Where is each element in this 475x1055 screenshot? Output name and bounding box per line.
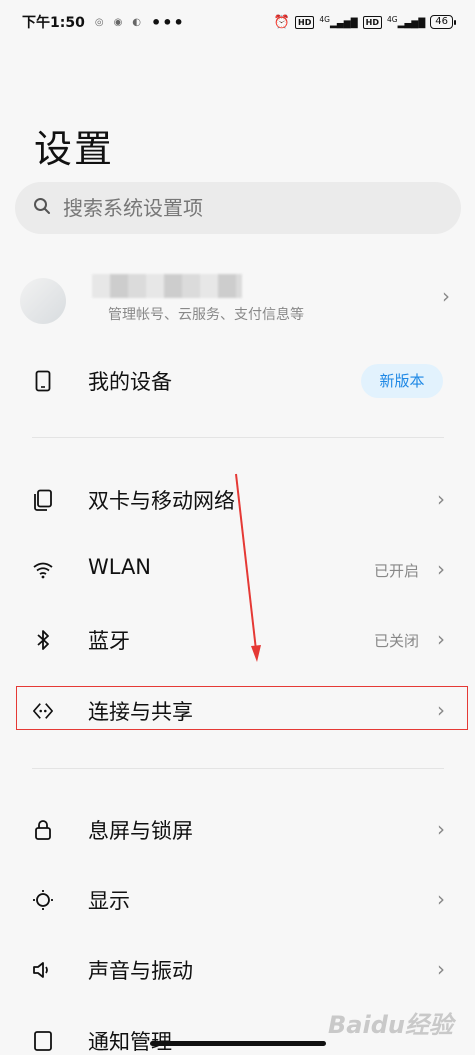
menu-item-my-device[interactable]: 我的设备 新版本 (0, 350, 475, 410)
menu-item-label: 我的设备 (88, 370, 172, 394)
chevron-right-icon: › (437, 557, 445, 581)
menu-item-label: 息屏与锁屏 (88, 819, 193, 843)
account-name-redacted (92, 274, 242, 298)
battery-icon: 46 (430, 15, 456, 29)
menu-item-wlan[interactable]: WLAN 已开启 › (0, 539, 475, 599)
menu-item-display[interactable]: 显示 › (0, 869, 475, 929)
speaker-icon (32, 959, 54, 981)
chevron-right-icon: › (442, 284, 450, 308)
page-title: 设置 (34, 127, 115, 171)
chevron-right-icon: › (437, 487, 445, 511)
notification-app-icon-2: ◉ (113, 16, 123, 28)
status-right: ⏰ HD 4G▂▄▆█ HD 4G▂▄▆█ 46 (273, 14, 456, 30)
wifi-icon (32, 559, 54, 581)
status-left: 下午1:50 ◎ ◉ ◐ ••• (22, 12, 185, 32)
menu-item-label: 蓝牙 (88, 629, 130, 653)
chevron-right-icon: › (437, 887, 445, 911)
bluetooth-status: 已关闭 (373, 632, 419, 650)
wlan-status: 已开启 (373, 562, 419, 580)
account-subtitle: 管理帐号、云服务、支付信息等 (108, 307, 304, 323)
menu-item-lock-screen[interactable]: 息屏与锁屏 › (0, 799, 475, 859)
home-indicator[interactable] (150, 1041, 326, 1046)
sim-card-icon (32, 489, 54, 511)
status-time: 下午1:50 (22, 15, 85, 31)
status-bar: 下午1:50 ◎ ◉ ◐ ••• ⏰ HD 4G▂▄▆█ HD 4G▂▄▆█ 4… (0, 0, 475, 44)
chevron-right-icon: › (437, 957, 445, 981)
new-version-badge[interactable]: 新版本 (361, 364, 443, 398)
more-notifications-icon: ••• (151, 12, 185, 32)
hd-badge-right: HD (362, 15, 382, 29)
alarm-icon: ⏰ (273, 14, 291, 30)
avatar (20, 278, 66, 324)
menu-item-label: 声音与振动 (88, 959, 193, 983)
bluetooth-icon (32, 629, 54, 651)
section-divider (32, 437, 444, 438)
chevron-right-icon: › (437, 817, 445, 841)
account-row[interactable]: 管理帐号、云服务、支付信息等 › (20, 268, 460, 328)
notification-app-icon-3: ◐ (132, 16, 142, 28)
menu-item-label: 双卡与移动网络 (88, 489, 235, 513)
phone-icon (32, 370, 54, 392)
search-bar[interactable] (15, 182, 461, 234)
menu-item-label: 显示 (88, 889, 130, 913)
menu-item-label: WLAN (88, 555, 152, 579)
signal-icon-right: 4G▂▄▆█ (386, 15, 426, 29)
menu-item-sim-network[interactable]: 双卡与移动网络 › (0, 469, 475, 529)
notification-app-icon: ◎ (94, 16, 104, 28)
menu-item-sound[interactable]: 声音与振动 › (0, 939, 475, 999)
chevron-right-icon: › (437, 627, 445, 651)
menu-item-bluetooth[interactable]: 蓝牙 已关闭 › (0, 609, 475, 669)
search-input[interactable] (61, 195, 445, 221)
lock-icon (32, 819, 54, 841)
hd-badge-left: HD (295, 15, 315, 29)
watermark: Baidu经验 (328, 1011, 453, 1039)
search-icon (33, 197, 51, 219)
annotation-highlight-box (16, 686, 468, 730)
signal-icon-left: 4G▂▄▆█ (319, 15, 358, 29)
section-divider (32, 768, 444, 769)
brightness-icon (32, 889, 54, 911)
notification-icon (32, 1030, 54, 1052)
